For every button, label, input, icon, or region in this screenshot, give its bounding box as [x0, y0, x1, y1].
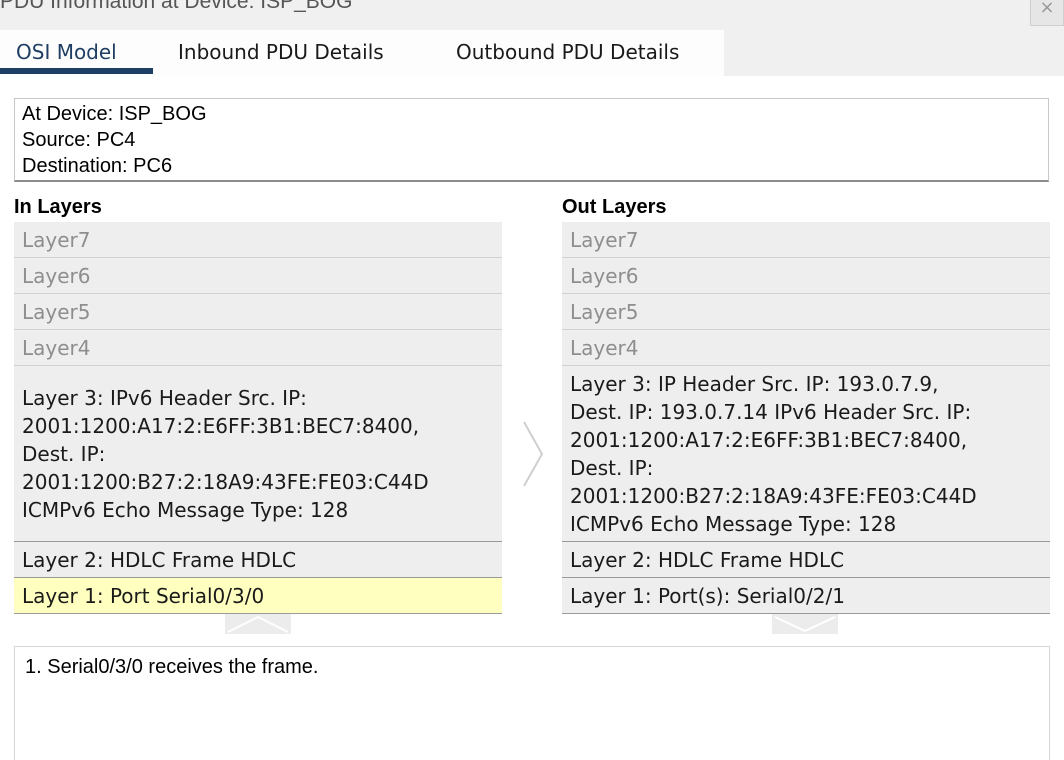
- tab-bar: OSI Model Inbound PDU Details Outbound P…: [0, 30, 1064, 76]
- out-layer-3-line: 2001:1200:A17:2:E6FF:3B1:BEC7:8400,: [570, 427, 968, 452]
- close-button[interactable]: ×: [1030, 0, 1064, 26]
- in-layer-3-line: Dest. IP:: [22, 441, 106, 466]
- out-layer-1[interactable]: Layer 1: Port(s): Serial0/2/1: [562, 578, 1050, 614]
- tab-osi-model[interactable]: OSI Model: [16, 40, 117, 64]
- title-bar: PDU Information at Device: ISP_BOG ×: [0, 0, 1064, 30]
- in-layer-3-line: Layer 3: IPv6 Header Src. IP:: [22, 385, 307, 410]
- out-layers-heading: Out Layers: [562, 196, 667, 218]
- in-layer-5[interactable]: Layer5: [14, 294, 502, 330]
- out-layer-3-line: Dest. IP:: [570, 455, 654, 480]
- window-title: PDU Information at Device: ISP_BOG: [0, 0, 353, 13]
- in-layers-heading: In Layers: [14, 196, 102, 218]
- in-layer-3[interactable]: Layer 3: IPv6 Header Src. IP: 2001:1200:…: [14, 366, 502, 542]
- in-layer-7[interactable]: Layer7: [14, 222, 502, 258]
- destination-label: Destination: PC6: [22, 155, 173, 177]
- out-layer-3-line: Dest. IP: 193.0.7.14 IPv6 Header Src. IP…: [570, 399, 972, 424]
- in-layer-3-line: 2001:1200:B27:2:18A9:43FE:FE03:C44D: [22, 469, 429, 494]
- tab-outbound-pdu-details[interactable]: Outbound PDU Details: [456, 40, 679, 64]
- out-layer-3[interactable]: Layer 3: IP Header Src. IP: 193.0.7.9, D…: [562, 366, 1050, 542]
- tab-inbound-pdu-details[interactable]: Inbound PDU Details: [178, 40, 384, 64]
- tab-strip: OSI Model Inbound PDU Details Outbound P…: [0, 30, 724, 76]
- device-info-box: At Device: ISP_BOG Source: PC4 Destinati…: [14, 98, 1049, 182]
- in-layer-3-line: 2001:1200:A17:2:E6FF:3B1:BEC7:8400,: [22, 413, 420, 438]
- out-layer-5[interactable]: Layer5: [562, 294, 1050, 330]
- in-layer-1[interactable]: Layer 1: Port Serial0/3/0: [14, 578, 502, 614]
- out-layer-3-line: Layer 3: IP Header Src. IP: 193.0.7.9,: [570, 371, 939, 396]
- out-layer-3-line: 2001:1200:B27:2:18A9:43FE:FE03:C44D: [570, 483, 977, 508]
- in-layer-6[interactable]: Layer6: [14, 258, 502, 294]
- in-layer-2[interactable]: Layer 2: HDLC Frame HDLC: [14, 542, 502, 578]
- out-layer-4[interactable]: Layer4: [562, 330, 1050, 366]
- description-box: 1. Serial0/3/0 receives the frame.: [14, 646, 1050, 760]
- source-label: Source: PC4: [22, 129, 136, 151]
- out-layer-6[interactable]: Layer6: [562, 258, 1050, 294]
- out-layer-2[interactable]: Layer 2: HDLC Frame HDLC: [562, 542, 1050, 578]
- active-tab-indicator: [0, 68, 153, 74]
- in-layer-4[interactable]: Layer4: [14, 330, 502, 366]
- at-device-label: At Device: ISP_BOG: [22, 103, 207, 125]
- out-layer-7[interactable]: Layer7: [562, 222, 1050, 258]
- out-layers-list: Layer7 Layer6 Layer5 Layer4 Layer 3: IP …: [562, 222, 1050, 614]
- chevron-down-icon[interactable]: [772, 614, 838, 638]
- out-layer-3-line: ICMPv6 Echo Message Type: 128: [570, 511, 897, 536]
- chevron-up-icon[interactable]: [225, 614, 291, 638]
- description-text: 1. Serial0/3/0 receives the frame.: [25, 656, 319, 678]
- chevron-right-icon: [521, 420, 545, 492]
- in-layer-3-line: ICMPv6 Echo Message Type: 128: [22, 497, 349, 522]
- in-layers-list: Layer7 Layer6 Layer5 Layer4 Layer 3: IPv…: [14, 222, 502, 614]
